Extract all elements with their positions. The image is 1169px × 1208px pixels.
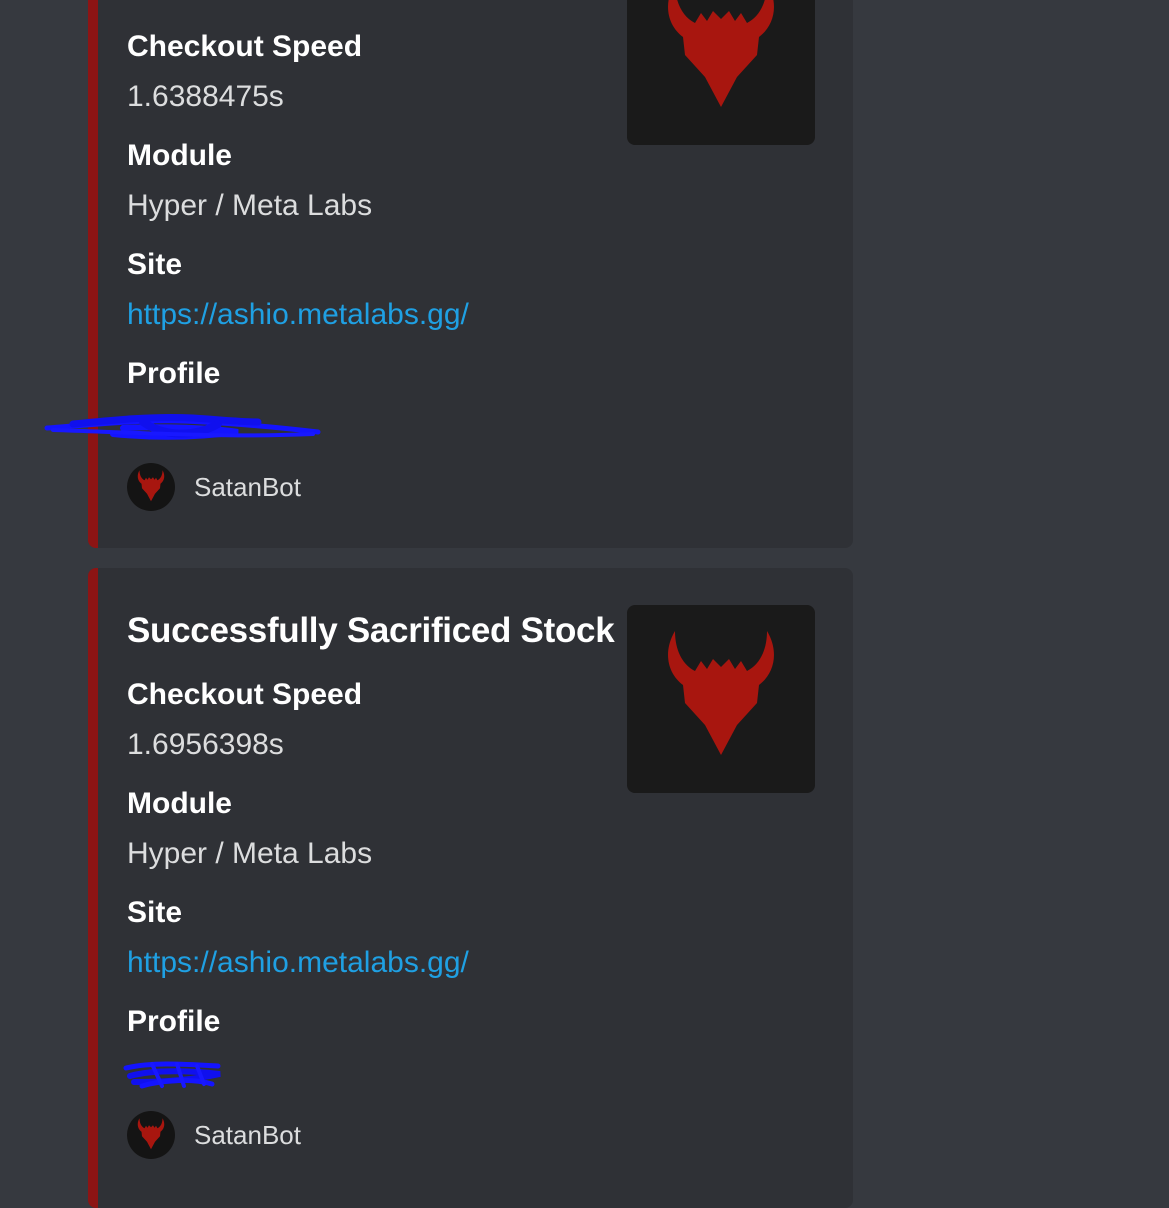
devil-head-icon [137,1118,165,1150]
site-link[interactable]: https://ashio.metalabs.gg/ [127,946,469,980]
field-name-site: Site [127,248,183,281]
devil-head-icon [668,631,774,755]
redaction-scribble [123,1061,221,1089]
embed-thumbnail[interactable] [627,605,815,793]
field-name-checkout-speed: Checkout Speed [127,678,363,711]
embed-thumbnail[interactable] [627,0,815,145]
embed-title: Successfully Sacrificed Stock [127,611,615,650]
bot-avatar[interactable] [127,1111,175,1159]
site-link[interactable]: https://ashio.metalabs.gg/ [127,298,469,332]
bot-embed-card: Successfully Sacrificed Stock Checkout S… [88,568,853,1208]
field-name-module: Module [127,139,232,172]
field-value-checkout-speed: 1.6956398s [127,728,284,761]
bot-name: SatanBot [194,1119,301,1150]
bot-name: SatanBot [194,471,301,502]
devil-head-icon [668,0,774,107]
bot-avatar[interactable] [127,463,175,511]
field-value-checkout-speed: 1.6388475s [127,80,284,113]
embed-footer: SatanBot [127,1111,301,1159]
field-name-checkout-speed: Checkout Speed [127,30,363,63]
devil-head-icon [137,470,165,502]
field-name-profile: Profile [127,1005,221,1038]
field-value-module: Hyper / Meta Labs [127,189,373,222]
field-name-module: Module [127,787,232,820]
redaction-scribble [44,413,321,440]
bot-embed-card: Checkout Speed 1.6388475s Module Hyper /… [44,0,853,548]
field-name-site: Site [127,896,183,929]
field-value-module: Hyper / Meta Labs [127,837,373,870]
field-name-profile: Profile [127,357,221,390]
embed-footer: SatanBot [127,463,301,511]
